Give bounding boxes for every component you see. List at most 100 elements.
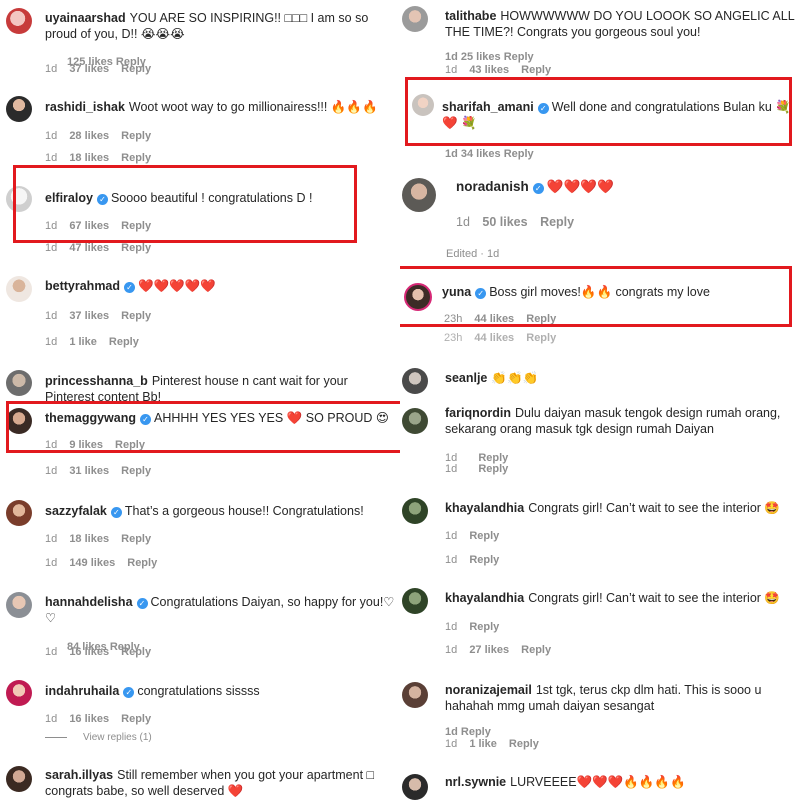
divider (45, 736, 67, 738)
avatar[interactable] (6, 408, 32, 434)
comment-username[interactable]: noranizajemail (445, 683, 532, 697)
avatar[interactable] (6, 186, 32, 212)
comment-meta: 1d 67 likes Reply (45, 220, 160, 233)
comment-username[interactable]: sarah.illyas (45, 768, 113, 782)
comment-username[interactable]: khayalandhia (445, 591, 524, 605)
comment-item: nrl.sywnie LURVEEEE❤️❤️❤️🔥🔥🔥🔥 (400, 766, 800, 800)
comment-meta-secondary: 1d 149 likes Reply (45, 557, 166, 570)
comment-username[interactable]: sazzyfalak (45, 504, 107, 518)
reply-button[interactable]: Reply (121, 646, 151, 658)
reply-button[interactable]: Reply (121, 130, 151, 142)
avatar[interactable] (402, 774, 428, 800)
comment-username[interactable]: princesshanna_b (45, 374, 148, 388)
ghost-text: 1d 34 likes Reply (445, 148, 534, 160)
comment-username[interactable]: yuna (442, 285, 471, 299)
comment-username[interactable]: noradanish (456, 179, 529, 194)
comment-username[interactable]: nrl.sywnie (445, 775, 506, 789)
comment-meta: 1d Reply (445, 530, 508, 543)
like-count[interactable]: 44 likes (474, 332, 514, 344)
avatar[interactable] (6, 500, 32, 526)
comment-time: 1d (445, 621, 458, 633)
comment-time: 1d (45, 63, 58, 75)
like-count[interactable]: 50 likes (482, 215, 527, 229)
like-count[interactable]: 149 likes (69, 557, 115, 569)
avatar[interactable] (402, 588, 428, 614)
avatar[interactable] (6, 8, 32, 34)
reply-button[interactable]: Reply (121, 152, 151, 164)
comment-username[interactable]: fariqnordin (445, 406, 511, 420)
reply-button[interactable]: Reply (540, 215, 574, 229)
like-count[interactable]: 37 likes (69, 63, 109, 75)
avatar[interactable] (6, 96, 32, 122)
like-count[interactable]: 43 likes (469, 64, 509, 76)
reply-button[interactable]: Reply (521, 644, 551, 656)
avatar[interactable] (404, 283, 432, 311)
reply-button[interactable]: Reply (526, 332, 556, 344)
reply-button[interactable]: Reply (109, 336, 139, 348)
comment-item: princesshanna_b Pinterest house n cant wa… (0, 364, 400, 404)
reply-button[interactable]: Reply (127, 557, 157, 569)
comment-username[interactable]: elfiraloy (45, 191, 93, 205)
like-count[interactable]: 18 likes (69, 533, 109, 545)
reply-button[interactable]: Reply (469, 621, 499, 633)
like-count[interactable]: 47 likes (69, 242, 109, 254)
like-count[interactable]: 1 like (469, 738, 497, 750)
comment-username[interactable]: khayalandhia (445, 501, 524, 515)
avatar[interactable] (6, 766, 32, 792)
like-count[interactable]: 9 likes (69, 439, 103, 451)
edited-text: Edited · 1d (446, 248, 500, 260)
comment-username[interactable]: sharifah_amani (442, 100, 534, 114)
reply-button[interactable]: Reply (478, 463, 508, 475)
like-count[interactable]: 18 likes (69, 152, 109, 164)
avatar[interactable] (402, 178, 436, 212)
avatar[interactable] (402, 368, 428, 394)
comment-username[interactable]: seanlje (445, 371, 487, 385)
avatar[interactable] (6, 370, 32, 396)
like-count[interactable]: 31 likes (69, 465, 109, 477)
comment-username[interactable]: bettyrahmad (45, 279, 120, 293)
reply-button[interactable]: Reply (469, 554, 499, 566)
like-count[interactable]: 67 likes (69, 220, 109, 232)
comment-time: 1d (45, 465, 58, 477)
comment-item-highlighted: elfiraloy ✓ Soooo beautiful ! congratulati… (0, 178, 400, 258)
reply-button[interactable]: Reply (526, 313, 556, 325)
reply-button[interactable]: Reply (521, 64, 551, 76)
like-count[interactable]: 16 likes (69, 646, 109, 658)
like-count[interactable]: 28 likes (69, 130, 109, 142)
comment-username[interactable]: hannahdelisha (45, 595, 133, 609)
avatar[interactable] (402, 498, 428, 524)
reply-button[interactable]: Reply (121, 63, 151, 75)
reply-button[interactable]: Reply (115, 439, 145, 451)
reply-button[interactable]: Reply (121, 310, 151, 322)
like-count[interactable]: 37 likes (69, 310, 109, 322)
comment-username[interactable]: indahruhaila (45, 684, 119, 698)
comment-time: 1d (45, 439, 58, 451)
reply-button[interactable]: Reply (121, 713, 151, 725)
comment-username[interactable]: rashidi_ishak (45, 100, 125, 114)
like-count[interactable]: 44 likes (474, 313, 514, 325)
avatar[interactable] (412, 94, 434, 116)
avatar[interactable] (402, 408, 428, 434)
avatar[interactable] (6, 276, 32, 302)
comment-username[interactable]: themaggywang (45, 411, 136, 425)
comment-item: khayalandhia Congrats girl! Can’t wait to… (400, 492, 800, 570)
reply-button[interactable]: Reply (121, 465, 151, 477)
reply-button[interactable]: Reply (509, 738, 539, 750)
comment-username[interactable]: uyainaarshad (45, 11, 126, 25)
avatar[interactable] (6, 680, 32, 706)
like-count[interactable]: 16 likes (69, 713, 109, 725)
avatar[interactable] (402, 682, 428, 708)
comment-username[interactable]: talithabe (445, 9, 496, 23)
comment-meta: 1d 37 likes Reply (45, 310, 160, 323)
reply-button[interactable]: Reply (121, 220, 151, 232)
like-count[interactable]: 27 likes (469, 644, 509, 656)
like-count[interactable]: 1 like (69, 336, 97, 348)
reply-button[interactable]: Reply (121, 533, 151, 545)
overlap-meta: 1d 34 likes Reply (445, 148, 543, 160)
avatar[interactable] (6, 592, 32, 618)
comment-item-highlighted: themaggywang ✓ AHHHH YES YES YES ❤️ SO PRO… (0, 402, 400, 482)
view-replies-button[interactable]: View replies (1) (45, 732, 152, 743)
avatar[interactable] (402, 6, 428, 32)
reply-button[interactable]: Reply (121, 242, 151, 254)
reply-button[interactable]: Reply (469, 530, 499, 542)
